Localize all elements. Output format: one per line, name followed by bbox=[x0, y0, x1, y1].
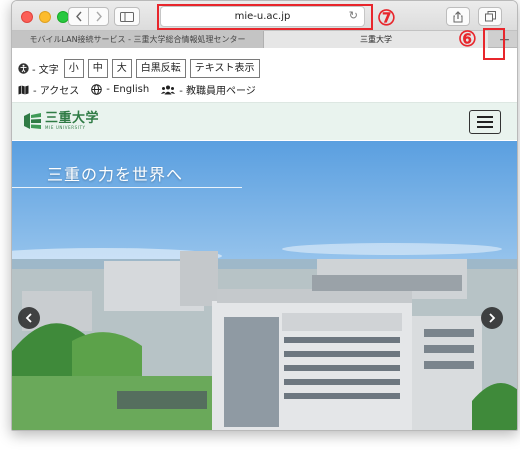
page-content: - 文字 小 中 大 白黒反転 テキスト表示 - アクセス - English bbox=[12, 49, 517, 430]
tab-mie-university[interactable]: 三重大学 bbox=[264, 31, 488, 48]
carousel-next-button[interactable] bbox=[481, 307, 503, 329]
invert-colors-button[interactable]: 白黒反転 bbox=[135, 59, 186, 78]
english-link[interactable]: - English bbox=[91, 84, 149, 95]
text-view-button[interactable]: テキスト表示 bbox=[189, 59, 260, 78]
english-label: - English bbox=[106, 84, 150, 95]
utility-nav: - アクセス - English - 教職員用ページ bbox=[18, 82, 268, 97]
back-button[interactable] bbox=[68, 7, 89, 26]
access-link[interactable]: - アクセス bbox=[18, 82, 79, 97]
font-size-label: - 文字 bbox=[32, 65, 59, 76]
close-window-button[interactable] bbox=[21, 11, 33, 23]
accessibility-icon bbox=[18, 63, 29, 74]
new-tab-highlight-box bbox=[483, 28, 505, 60]
menu-bar-icon bbox=[477, 126, 493, 128]
hero-underline bbox=[12, 187, 242, 188]
tab-label: 三重大学 bbox=[360, 35, 392, 44]
sidebar-icon bbox=[120, 11, 134, 22]
logo-english: MIE UNIVERSITY bbox=[45, 125, 86, 130]
tab-mobile-lan[interactable]: モバイルLAN接続サービス - 三重大学総合情報処理センター bbox=[12, 31, 264, 48]
tab-label: モバイルLAN接続サービス - 三重大学総合情報処理センター bbox=[29, 35, 246, 44]
browser-toolbar: mie-u.ac.jp ↻ ⑦ bbox=[12, 1, 517, 31]
forward-button[interactable] bbox=[88, 7, 109, 26]
font-medium-button[interactable]: 中 bbox=[87, 59, 108, 78]
share-button[interactable] bbox=[446, 7, 470, 26]
menu-bar-icon bbox=[477, 121, 493, 123]
tab-bar: モバイルLAN接続サービス - 三重大学総合情報処理センター 三重大学 + bbox=[12, 31, 517, 48]
access-label: - アクセス bbox=[33, 86, 80, 97]
hero-title: 三重の力を世界へ bbox=[47, 165, 184, 184]
browser-window: mie-u.ac.jp ↻ ⑦ モバイルLAN接続サービス - 三重大学総合情報… bbox=[11, 0, 518, 431]
url-highlight-box bbox=[157, 4, 373, 30]
callout-url-marker: ⑦ bbox=[377, 5, 396, 30]
font-small-button[interactable]: 小 bbox=[63, 59, 84, 78]
share-icon bbox=[453, 10, 463, 22]
sidebar-toggle-button[interactable] bbox=[114, 7, 140, 26]
logo-japanese: 三重大学 bbox=[45, 111, 100, 126]
show-tabs-button[interactable] bbox=[478, 7, 502, 26]
accessibility-bar: - 文字 小 中 大 白黒反転 テキスト表示 bbox=[18, 59, 264, 78]
site-header: 三重大学 MIE UNIVERSITY bbox=[12, 102, 517, 140]
logo-mark-icon bbox=[24, 113, 41, 129]
font-large-button[interactable]: 大 bbox=[111, 59, 132, 78]
carousel-prev-button[interactable] bbox=[18, 307, 40, 329]
chevron-right-icon bbox=[489, 313, 496, 323]
map-icon bbox=[18, 85, 29, 95]
staff-label: - 教職員用ページ bbox=[179, 86, 256, 97]
callout-new-tab-marker: ⑥ bbox=[458, 26, 477, 51]
hero-banner: 三重の力を世界へ bbox=[12, 141, 517, 430]
chevron-left-icon bbox=[25, 313, 32, 323]
chevron-left-icon bbox=[75, 11, 82, 22]
tabs-overview-icon bbox=[484, 11, 496, 22]
menu-button[interactable] bbox=[469, 110, 501, 134]
chevron-right-icon bbox=[95, 11, 102, 22]
users-icon bbox=[161, 85, 176, 95]
staff-link[interactable]: - 教職員用ページ bbox=[161, 82, 256, 97]
minimize-window-button[interactable] bbox=[39, 11, 51, 23]
globe-icon bbox=[91, 84, 103, 95]
university-logo[interactable]: 三重大学 MIE UNIVERSITY bbox=[24, 112, 99, 130]
menu-bar-icon bbox=[477, 116, 493, 118]
